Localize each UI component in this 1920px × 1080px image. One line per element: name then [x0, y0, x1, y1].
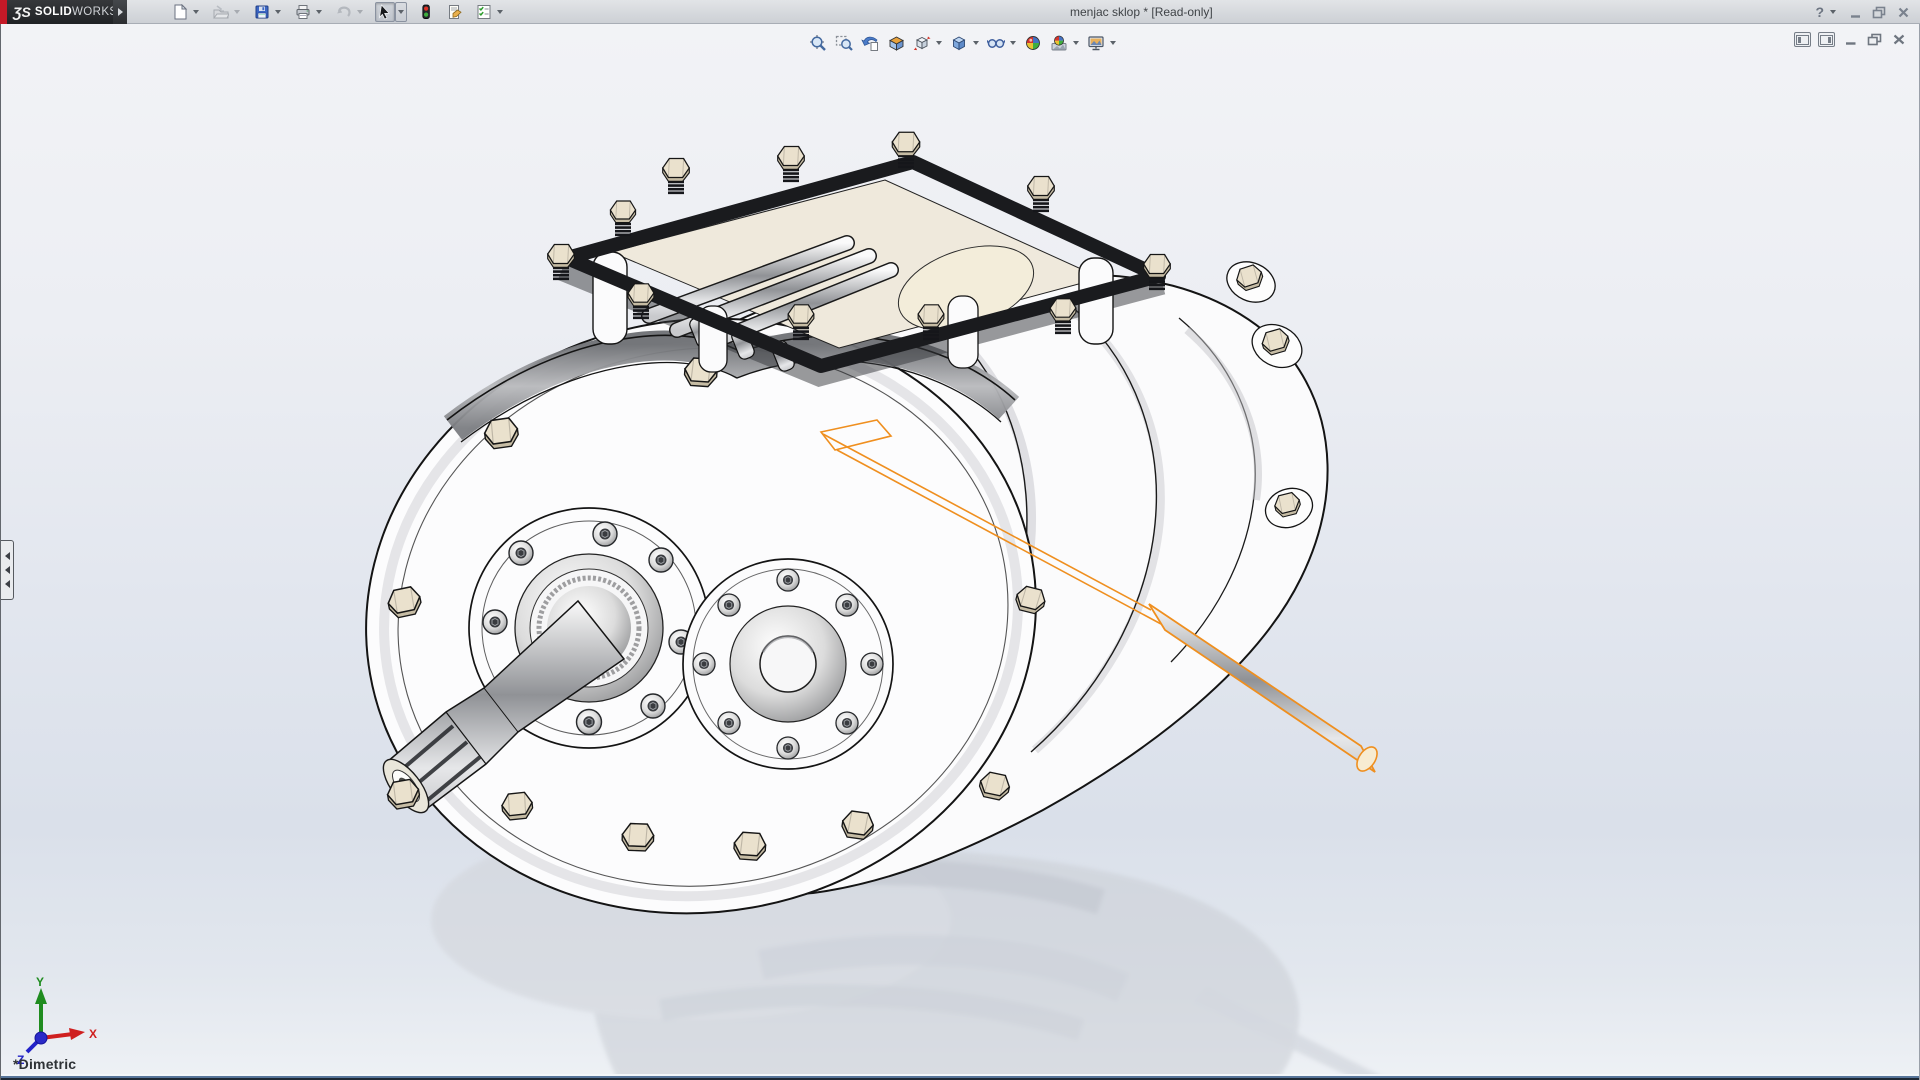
options-dropdown[interactable]	[494, 2, 506, 22]
solidworks-logo-solid: SOLID	[35, 6, 72, 18]
view-settings-icon	[1087, 34, 1105, 52]
left-arrow-icon	[5, 566, 10, 574]
help-dropdown[interactable]	[1830, 10, 1836, 14]
edit-appearance-icon	[1024, 34, 1042, 52]
document-restore-icon	[1867, 33, 1882, 46]
document-minimize-icon	[1844, 33, 1858, 46]
brand-accent-strip	[0, 0, 7, 24]
new-document-icon	[172, 4, 188, 20]
undo-button[interactable]	[334, 2, 354, 22]
apply-scene-button[interactable]	[1048, 32, 1070, 54]
main-toolbar	[170, 0, 515, 24]
view-orientation-label: *Dimetric	[13, 1056, 76, 1072]
solidworks-logo-works: WORKS	[72, 6, 117, 18]
apply-scene-icon	[1050, 34, 1068, 52]
open-folder-icon	[213, 4, 229, 20]
zoom-to-fit-button[interactable]	[807, 32, 829, 54]
view-orientation-icon	[913, 34, 931, 52]
file-properties-icon	[447, 4, 463, 20]
print-icon	[295, 4, 311, 20]
apply-scene-dropdown[interactable]	[1070, 32, 1081, 54]
left-arrow-icon	[5, 580, 10, 588]
save-dropdown[interactable]	[272, 2, 284, 22]
undo-arrow-icon	[336, 4, 352, 20]
file-properties-button[interactable]	[445, 2, 465, 22]
undo-dropdown[interactable]	[354, 2, 366, 22]
solidworks-window: ƷS SOLIDWORKS	[0, 0, 1920, 1080]
menu-expand-arrow[interactable]	[113, 0, 127, 24]
window-bottom-border	[1, 1074, 1920, 1080]
pane-toggle-left-icon	[1796, 35, 1809, 45]
pane-toggle-right-icon	[1820, 35, 1833, 45]
select-tool-dropdown[interactable]	[395, 2, 407, 22]
display-style-button[interactable]	[948, 32, 970, 54]
restore-button[interactable]	[1870, 3, 1888, 21]
triad-x-label: X	[89, 1027, 97, 1041]
left-arrow-icon	[5, 552, 10, 560]
previous-view-icon	[861, 34, 879, 52]
headsup-view-toolbar	[807, 32, 1118, 54]
options-checklist-icon	[476, 4, 492, 20]
document-window-controls	[1794, 32, 1907, 47]
zoom-to-fit-icon	[809, 34, 827, 52]
orientation-triad: Y X Z	[11, 976, 103, 1066]
select-tool-button[interactable]	[375, 2, 395, 22]
window-controls: ?	[1815, 0, 1912, 24]
save-floppy-icon	[254, 4, 270, 20]
zoom-to-area-icon	[835, 34, 853, 52]
print-dropdown[interactable]	[313, 2, 325, 22]
gearbox-model-scene[interactable]	[1, 24, 1920, 1080]
hide-show-items-dropdown[interactable]	[1007, 32, 1018, 54]
previous-view-button[interactable]	[859, 32, 881, 54]
titlebar: ƷS SOLIDWORKS	[0, 0, 1920, 24]
section-view-button[interactable]	[885, 32, 907, 54]
document-close-icon	[1892, 33, 1906, 46]
pane-toggle-left-button[interactable]	[1794, 32, 1811, 47]
graphics-area[interactable]: Y X Z *Dimetric	[0, 24, 1920, 1080]
help-icon[interactable]: ?	[1815, 0, 1824, 24]
options-button[interactable]	[474, 2, 494, 22]
hide-show-items-button[interactable]	[985, 32, 1007, 54]
open-button[interactable]	[211, 2, 231, 22]
triad-y-label: Y	[36, 976, 44, 989]
new-document-dropdown[interactable]	[190, 2, 202, 22]
display-style-icon	[950, 34, 968, 52]
document-restore-button[interactable]	[1866, 32, 1883, 47]
section-view-icon	[887, 34, 905, 52]
document-minimize-button[interactable]	[1842, 32, 1859, 47]
right-arrow-icon	[118, 8, 123, 16]
select-cursor-icon	[377, 4, 393, 20]
open-dropdown[interactable]	[231, 2, 243, 22]
restore-icon	[1872, 6, 1886, 19]
print-button[interactable]	[293, 2, 313, 22]
minimize-icon	[1849, 6, 1862, 19]
rebuild-button[interactable]	[416, 2, 436, 22]
minimize-button[interactable]	[1846, 3, 1864, 21]
close-button[interactable]	[1894, 3, 1912, 21]
view-settings-button[interactable]	[1085, 32, 1107, 54]
pane-toggle-right-button[interactable]	[1818, 32, 1835, 47]
solidworks-logo: ƷS SOLIDWORKS	[7, 0, 113, 24]
view-orientation-dropdown[interactable]	[933, 32, 944, 54]
view-orientation-button[interactable]	[911, 32, 933, 54]
view-settings-dropdown[interactable]	[1107, 32, 1118, 54]
edit-appearance-button[interactable]	[1022, 32, 1044, 54]
stoplight-icon	[418, 4, 434, 20]
save-button[interactable]	[252, 2, 272, 22]
zoom-to-area-button[interactable]	[833, 32, 855, 54]
bearing-flange-right[interactable]	[683, 559, 893, 769]
display-style-dropdown[interactable]	[970, 32, 981, 54]
featuremanager-collapsed-tab[interactable]	[1, 540, 14, 600]
new-document-button[interactable]	[170, 2, 190, 22]
document-close-button[interactable]	[1890, 32, 1907, 47]
document-title: menjac sklop * [Read-only]	[1070, 0, 1213, 24]
hide-show-items-icon	[987, 34, 1005, 52]
solidworks-logo-mark: ƷS	[13, 4, 31, 20]
close-icon	[1897, 6, 1910, 19]
